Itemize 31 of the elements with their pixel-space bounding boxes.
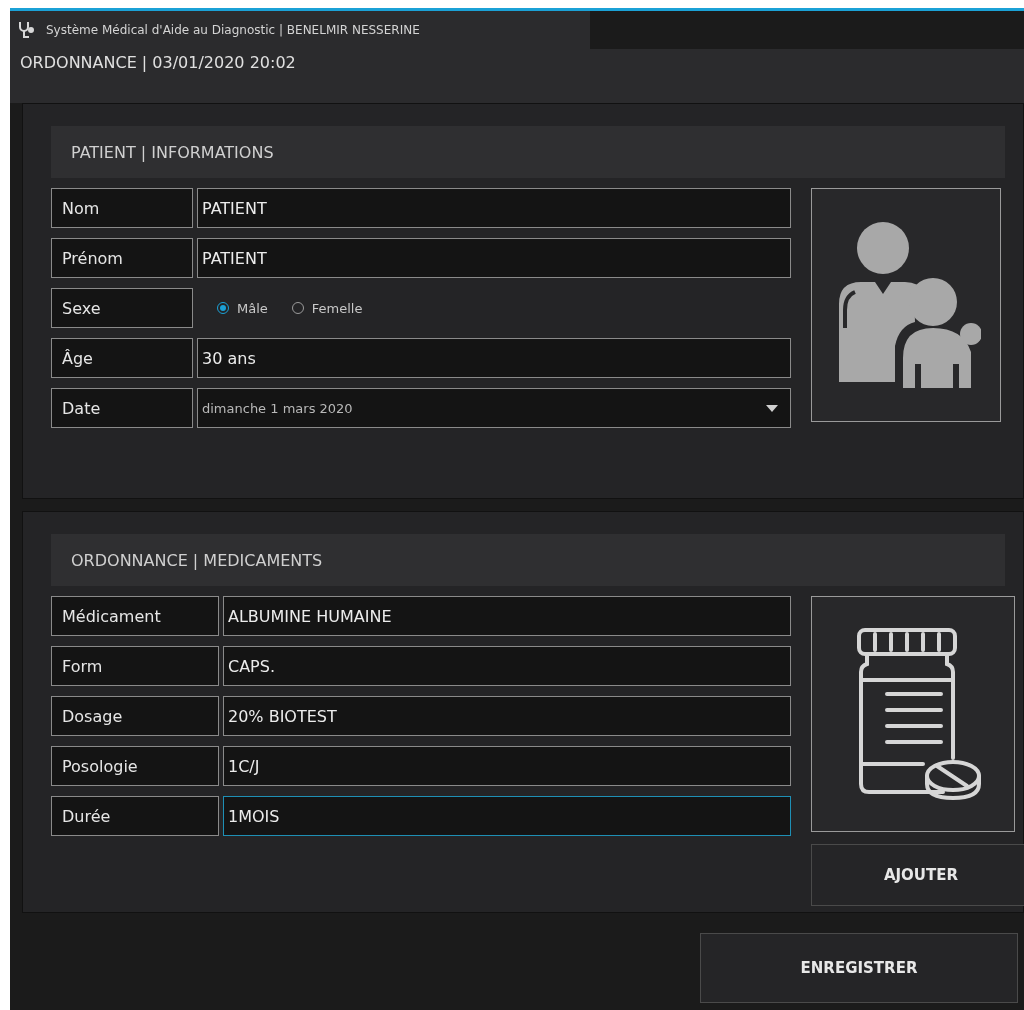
radio-option[interactable]: Mâle <box>217 300 268 316</box>
radio-label: Femelle <box>311 300 363 316</box>
input-field[interactable]: CAPS. <box>223 646 791 686</box>
input-field[interactable]: 1C/J <box>223 746 791 786</box>
input-field[interactable]: ALBUMINE HUMAINE <box>223 596 791 636</box>
field-label: Nom <box>51 188 193 228</box>
field-label: Form <box>51 646 219 686</box>
field-label: Médicament <box>51 596 219 636</box>
caret-icon <box>766 404 778 412</box>
add-button[interactable]: AJOUTER <box>811 844 1024 906</box>
save-button[interactable]: ENREGISTRER <box>700 933 1018 1003</box>
field-label: Prénom <box>51 238 193 278</box>
input-field[interactable]: PATIENT <box>197 238 791 278</box>
date-dropdown[interactable]: dimanche 1 mars 2020 <box>197 388 791 428</box>
section-heading: PATIENT | INFORMATIONS <box>51 126 1005 178</box>
stethoscope-icon <box>18 21 34 39</box>
input-field[interactable]: PATIENT <box>197 188 791 228</box>
window-title: Système Médical d'Aide au Diagnostic | BENELMIR NESSERINE <box>46 23 420 37</box>
field-label: Date <box>51 388 193 428</box>
window-subtitle: ORDONNANCE | 03/01/2020 20:02 <box>20 53 296 72</box>
field-label: Dosage <box>51 696 219 736</box>
radio-option[interactable]: Femelle <box>291 300 363 316</box>
radio-label: Mâle <box>237 300 268 316</box>
field-label: Durée <box>51 796 219 836</box>
section-heading: ORDONNANCE | MEDICAMENTS <box>51 534 1005 586</box>
field-label: Âge <box>51 338 193 378</box>
input-field[interactable]: 30 ans <box>197 338 791 378</box>
input-field[interactable]: 1MOIS <box>223 796 791 836</box>
input-field[interactable]: 20% BIOTEST <box>223 696 791 736</box>
field-label: Sexe <box>51 288 193 328</box>
field-label: Posologie <box>51 746 219 786</box>
